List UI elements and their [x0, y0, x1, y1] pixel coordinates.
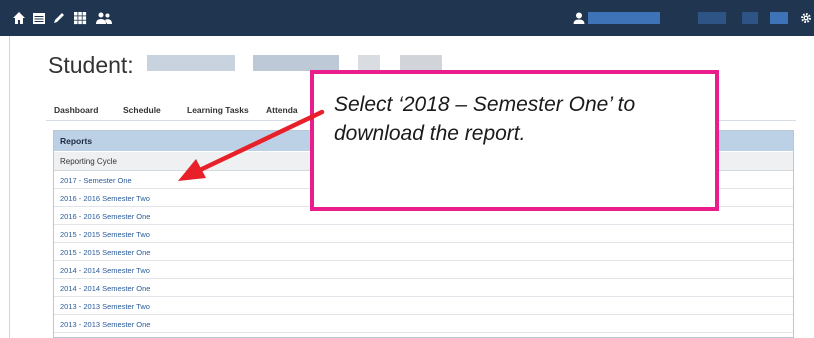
red-arrow-annotation: [178, 109, 325, 181]
